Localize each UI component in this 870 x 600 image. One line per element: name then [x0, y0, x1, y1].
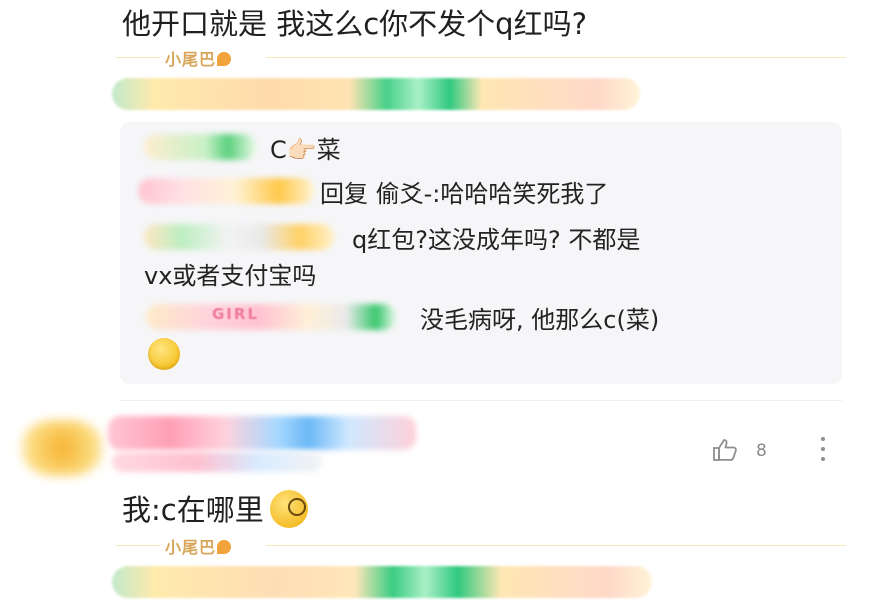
tail-divider-left	[116, 545, 160, 546]
reply-text: C👉🏻菜	[270, 136, 341, 164]
signature-decoration	[112, 78, 640, 110]
thumbs-up-icon[interactable]	[712, 438, 740, 462]
commenter-name-blurred[interactable]	[108, 416, 416, 450]
reply-text: 没毛病呀, 他那么c(菜)	[420, 306, 660, 334]
comment-divider	[120, 400, 842, 401]
tail-label: 小尾巴	[162, 534, 235, 558]
tail-divider-right	[266, 545, 846, 546]
comment-meta-blurred	[112, 452, 322, 472]
avatar[interactable]	[22, 420, 102, 476]
tail-signature: 小尾巴	[116, 46, 846, 70]
reply-username-blurred[interactable]	[138, 178, 314, 204]
tail-flame-icon	[217, 52, 232, 66]
more-options-icon[interactable]	[820, 436, 826, 462]
thinking-emoji-icon	[269, 490, 308, 528]
tail-signature: 小尾巴	[116, 534, 846, 558]
tail-divider-left	[116, 57, 160, 58]
reply-username-blurred[interactable]	[144, 224, 334, 250]
tail-divider-right	[266, 57, 846, 58]
reply-text-continued: vx或者支付宝吗	[144, 262, 317, 290]
reply-username-blurred[interactable]	[146, 304, 396, 330]
reply-text: q红包?这没成年吗? 不都是	[352, 226, 641, 254]
like-count: 8	[756, 441, 767, 461]
smile-emoji-icon	[148, 338, 180, 370]
comment-text: 我:c在哪里	[122, 490, 308, 530]
reply-text: 回复 偷爻-:哈哈哈笑死我了	[320, 180, 609, 208]
signature-decoration	[112, 566, 652, 598]
post-text: 他开口就是 我这么c你不发个q红吗?	[122, 7, 587, 41]
reply-username-blurred[interactable]	[144, 134, 256, 160]
reply-box[interactable]: C👉🏻菜 回复 偷爻-:哈哈哈笑死我了 q红包?这没成年吗? 不都是 vx或者支…	[120, 122, 842, 384]
girl-badge: GIRL	[212, 305, 260, 323]
tail-label: 小尾巴	[162, 46, 235, 70]
tail-flame-icon	[217, 540, 232, 554]
